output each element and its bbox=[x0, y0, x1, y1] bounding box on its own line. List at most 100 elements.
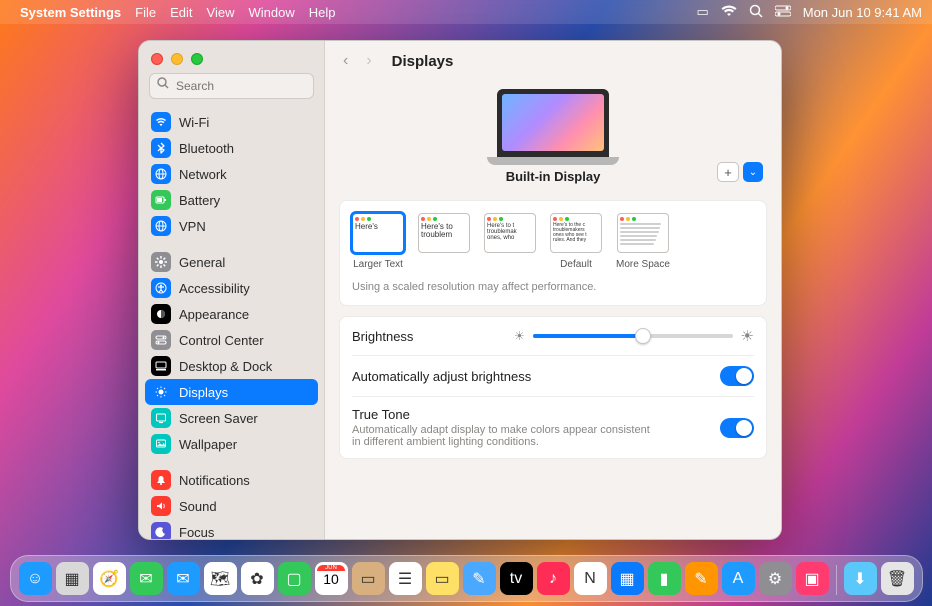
menu-window[interactable]: Window bbox=[248, 5, 294, 20]
dock-downloads-icon[interactable]: ⬇ bbox=[844, 562, 877, 595]
display-options-dropdown[interactable]: ⌄ bbox=[743, 162, 763, 182]
fullscreen-button[interactable] bbox=[191, 53, 203, 65]
resolution-option-4[interactable]: More Space bbox=[616, 213, 670, 271]
sidebar-item-label: Displays bbox=[179, 385, 228, 400]
sidebar-item-bluetooth[interactable]: Bluetooth bbox=[145, 135, 318, 161]
spotlight-icon[interactable] bbox=[749, 4, 763, 21]
control-center-icon[interactable] bbox=[775, 5, 791, 20]
sidebar-item-label: Sound bbox=[179, 499, 217, 514]
menubar-clock[interactable]: Mon Jun 10 9:41 AM bbox=[803, 5, 922, 20]
dock-mail-icon[interactable]: ✉ bbox=[167, 562, 200, 595]
dock-calendar-icon[interactable]: JUN10 bbox=[315, 562, 348, 595]
dock-calculator-icon[interactable]: ▦ bbox=[611, 562, 644, 595]
dock-contacts-icon[interactable]: ▭ bbox=[352, 562, 385, 595]
minimize-button[interactable] bbox=[171, 53, 183, 65]
dock-messages-icon[interactable]: ✉ bbox=[130, 562, 163, 595]
sidebar-item-wi-fi[interactable]: Wi-Fi bbox=[145, 109, 318, 135]
dock-facetime-icon[interactable]: ▢ bbox=[278, 562, 311, 595]
brightness-slider[interactable]: ☀ ☀ bbox=[514, 327, 754, 345]
sidebar-item-label: Accessibility bbox=[179, 281, 250, 296]
brightness-label: Brightness bbox=[352, 329, 413, 344]
dock-notes-icon[interactable]: ▭ bbox=[426, 562, 459, 595]
dock-maps-icon[interactable]: 🗺 bbox=[204, 562, 237, 595]
resolution-option-0[interactable]: Here's Larger Text bbox=[352, 213, 404, 271]
toolbar: ‹ › Displays bbox=[325, 41, 781, 81]
laptop-illustration bbox=[497, 89, 609, 159]
dock-photos-icon[interactable]: ✿ bbox=[241, 562, 274, 595]
resolution-option-2[interactable]: Here's to t troublemak ones, who bbox=[484, 213, 536, 271]
resolution-option-label: Larger Text bbox=[353, 259, 403, 271]
dock-news-icon[interactable]: N bbox=[574, 562, 607, 595]
display-preview: Built-in Display + ⌄ bbox=[325, 81, 781, 192]
page-title: Displays bbox=[392, 53, 454, 70]
close-button[interactable] bbox=[151, 53, 163, 65]
resolution-option-label: More Space bbox=[616, 259, 670, 271]
truetone-description: Automatically adapt display to make colo… bbox=[352, 424, 652, 448]
wifi-icon[interactable] bbox=[721, 5, 737, 20]
sidebar-item-label: Desktop & Dock bbox=[179, 359, 272, 374]
menu-edit[interactable]: Edit bbox=[170, 5, 192, 20]
menu-view[interactable]: View bbox=[207, 5, 235, 20]
battery-icon[interactable]: ▭ bbox=[696, 4, 708, 20]
dock-appstore-icon[interactable]: A bbox=[722, 562, 755, 595]
notif-icon bbox=[151, 470, 171, 490]
sound-icon bbox=[151, 496, 171, 516]
dock-shortcuts-icon[interactable]: ▣ bbox=[796, 562, 829, 595]
sidebar-item-sound[interactable]: Sound bbox=[145, 493, 318, 519]
sidebar-item-appearance[interactable]: Appearance bbox=[145, 301, 318, 327]
sidebar-item-control-center[interactable]: Control Center bbox=[145, 327, 318, 353]
acc-icon bbox=[151, 278, 171, 298]
dock-numbers-icon[interactable]: ▮ bbox=[648, 562, 681, 595]
menubar: System Settings File Edit View Window He… bbox=[0, 0, 932, 24]
sidebar-item-label: Screen Saver bbox=[179, 411, 258, 426]
resolution-panel: Here's Larger Text Here's to troublem Here'… bbox=[339, 200, 767, 306]
sidebar-item-battery[interactable]: Battery bbox=[145, 187, 318, 213]
dock-settings-icon[interactable]: ⚙ bbox=[759, 562, 792, 595]
dock-finder-icon[interactable]: ☺ bbox=[19, 562, 52, 595]
gear-icon bbox=[151, 252, 171, 272]
cc-icon bbox=[151, 330, 171, 350]
sidebar-item-label: Appearance bbox=[179, 307, 249, 322]
sidebar-item-notifications[interactable]: Notifications bbox=[145, 467, 318, 493]
truetone-label: True Tone bbox=[352, 407, 652, 422]
dock-reminders-icon[interactable]: ☰ bbox=[389, 562, 422, 595]
sidebar-item-screen-saver[interactable]: Screen Saver bbox=[145, 405, 318, 431]
back-button[interactable]: ‹ bbox=[339, 52, 352, 70]
sidebar: Wi-Fi Bluetooth Network Battery VPN General Ac… bbox=[139, 41, 325, 539]
truetone-toggle[interactable] bbox=[720, 418, 754, 438]
sidebar-item-focus[interactable]: Focus bbox=[145, 519, 318, 539]
sidebar-item-network[interactable]: Network bbox=[145, 161, 318, 187]
sidebar-item-label: Battery bbox=[179, 193, 220, 208]
app-name[interactable]: System Settings bbox=[20, 5, 121, 20]
resolution-option-3[interactable]: Here's to the c troublemakers ones who s… bbox=[550, 213, 602, 271]
sidebar-item-label: Network bbox=[179, 167, 227, 182]
settings-window: Wi-Fi Bluetooth Network Battery VPN General Ac… bbox=[138, 40, 782, 540]
forward-button[interactable]: › bbox=[362, 52, 375, 70]
sidebar-item-accessibility[interactable]: Accessibility bbox=[145, 275, 318, 301]
content-pane: ‹ › Displays Built-in Display + ⌄ Here's… bbox=[325, 41, 781, 539]
add-display-button[interactable]: + bbox=[717, 162, 739, 182]
dock-music-icon[interactable]: ♪ bbox=[537, 562, 570, 595]
sidebar-item-vpn[interactable]: VPN bbox=[145, 213, 318, 239]
sidebar-item-general[interactable]: General bbox=[145, 249, 318, 275]
sidebar-item-label: Bluetooth bbox=[179, 141, 234, 156]
vpn-icon bbox=[151, 216, 171, 236]
sidebar-item-wallpaper[interactable]: Wallpaper bbox=[145, 431, 318, 457]
sidebar-item-label: Wallpaper bbox=[179, 437, 237, 452]
menu-help[interactable]: Help bbox=[309, 5, 336, 20]
sidebar-item-desktop-dock[interactable]: Desktop & Dock bbox=[145, 353, 318, 379]
dock-safari-icon[interactable]: 🧭 bbox=[93, 562, 126, 595]
dock-pages-icon[interactable]: ✎ bbox=[685, 562, 718, 595]
dock-tv-icon[interactable]: tv bbox=[500, 562, 533, 595]
resolution-option-1[interactable]: Here's to troublem bbox=[418, 213, 470, 271]
sidebar-item-displays[interactable]: Displays bbox=[145, 379, 318, 405]
auto-brightness-toggle[interactable] bbox=[720, 366, 754, 386]
dock-trash-icon[interactable]: 🗑 bbox=[881, 562, 914, 595]
ss-icon bbox=[151, 408, 171, 428]
dock-freeform-icon[interactable]: ✎ bbox=[463, 562, 496, 595]
search-input[interactable] bbox=[149, 73, 314, 99]
menu-file[interactable]: File bbox=[135, 5, 156, 20]
dock-launchpad-icon[interactable]: ▦ bbox=[56, 562, 89, 595]
dock: ☺▦🧭✉✉🗺✿▢JUN10▭☰▭✎tv♪N▦▮✎A⚙▣⬇🗑 bbox=[10, 555, 923, 602]
resolution-thumb: Here's bbox=[352, 213, 404, 253]
